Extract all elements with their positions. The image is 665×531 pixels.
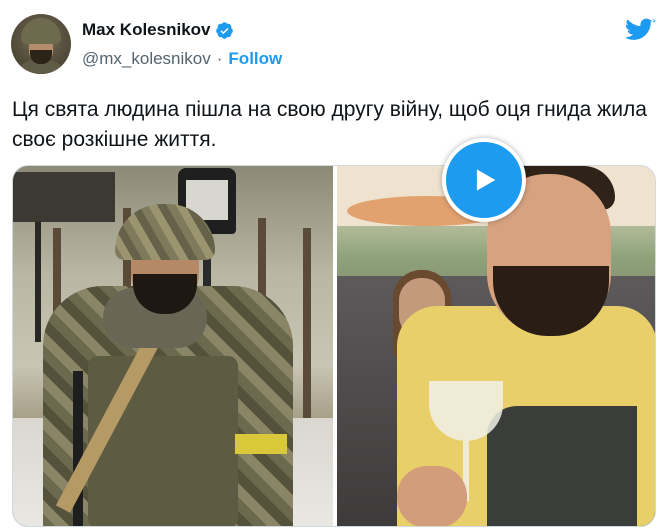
soldier-vest <box>88 356 238 526</box>
play-button[interactable] <box>442 138 526 222</box>
media-container[interactable] <box>12 165 656 527</box>
twitter-bird-icon[interactable] <box>626 18 656 44</box>
avatar[interactable] <box>11 14 71 74</box>
follow-button[interactable]: Follow <box>228 49 282 69</box>
author-handle[interactable]: @mx_kolesnikov <box>82 49 211 69</box>
dark-jacket <box>487 406 637 526</box>
play-icon <box>476 169 496 191</box>
verified-badge-icon <box>215 21 233 39</box>
shelter-post <box>35 222 41 342</box>
author-handle-row: @mx_kolesnikov · Follow <box>82 49 282 69</box>
separator-dot: · <box>216 49 223 68</box>
tweet-text: Ця свята людина пішла на свою другу війн… <box>12 98 647 151</box>
author-name[interactable]: Max Kolesnikov <box>82 20 211 40</box>
tweet-card: Max Kolesnikov @mx_kolesnikov · Follow Ц… <box>0 0 665 531</box>
yellow-armband <box>235 434 287 454</box>
video-thumbnail[interactable] <box>337 166 655 526</box>
shelter-roof <box>13 172 115 222</box>
photo-soldier[interactable] <box>13 166 333 526</box>
hand <box>397 466 467 526</box>
author-name-row: Max Kolesnikov <box>82 20 234 40</box>
avatar-helmet <box>21 18 61 44</box>
